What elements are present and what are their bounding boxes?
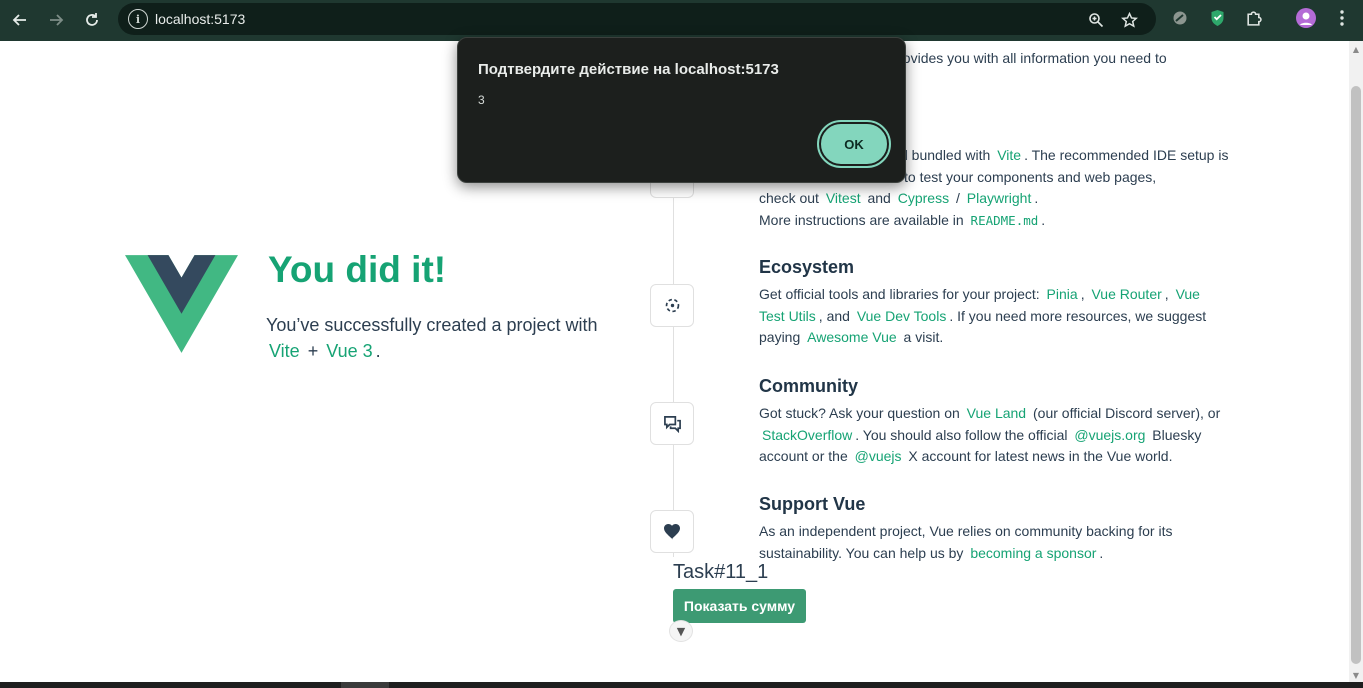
community-intro: Got stuck? Ask your question on	[759, 405, 960, 421]
menu-dots-icon[interactable]	[1331, 7, 1353, 29]
tooling-slash: /	[955, 190, 960, 206]
community-section: Community Got stuck? Ask your question o…	[759, 375, 1229, 468]
readme-code: README.md	[970, 212, 1039, 228]
scrollbar-thumb[interactable]	[1351, 86, 1361, 664]
dialog-message: 3	[478, 93, 485, 107]
tooling-line3-prefix: check out	[759, 190, 819, 206]
ok-button[interactable]: OK	[817, 120, 891, 168]
ecosystem-icon-box	[650, 284, 694, 327]
comma: ,	[1164, 286, 1169, 302]
arrow-left-icon	[12, 14, 26, 26]
tooling-and: and	[867, 190, 891, 206]
ecosystem-icon	[665, 298, 679, 313]
bookmark-star-icon[interactable]	[1119, 10, 1139, 30]
playwright-link[interactable]: Playwright	[964, 190, 1035, 206]
reload-icon	[86, 13, 98, 26]
tooling-line2: need to test your components and web pag…	[869, 168, 1157, 185]
vue3-link[interactable]: Vue 3	[323, 341, 375, 361]
sponsor-link[interactable]: becoming a sponsor	[967, 545, 1099, 561]
forward-button[interactable]	[42, 6, 70, 34]
scroll-down-arrow-icon[interactable]: ▼	[1351, 670, 1361, 680]
vue-land-link[interactable]: Vue Land	[964, 405, 1029, 421]
tooling-dot: .	[1034, 190, 1039, 206]
hero-period: .	[375, 341, 381, 361]
hero-subtitle-text: You’ve successfully created a project wi…	[266, 315, 598, 335]
tooling-line4-prefix: More instructions are available in	[759, 211, 964, 228]
plus-sign: +	[307, 341, 319, 361]
timeline-line	[673, 197, 674, 557]
ecosystem-and: , and	[818, 307, 850, 324]
pinia-link[interactable]: Pinia	[1044, 286, 1081, 302]
awesome-vue-link[interactable]: Awesome Vue	[804, 329, 900, 345]
back-button[interactable]	[6, 6, 34, 34]
community-account-or: account or the	[759, 448, 848, 464]
community-discord: (our official Discord server), or	[1033, 405, 1221, 421]
vite-link[interactable]: Vite	[266, 341, 303, 361]
ecosystem-title: Ecosystem	[759, 257, 855, 277]
taskbar-indicator	[341, 682, 389, 688]
scroll-up-arrow-icon[interactable]: ▲	[1351, 44, 1361, 54]
arrow-right-icon	[50, 14, 64, 26]
docs-text: provides you with all information you ne…	[890, 50, 1167, 66]
dialog-title: Подтвердите действие на localhost:5173	[478, 61, 779, 78]
community-icon-box	[650, 402, 694, 445]
ecosystem-section: Ecosystem Get official tools and librari…	[759, 256, 1229, 349]
vuejs-org-link[interactable]: @vuejs.org	[1071, 427, 1148, 443]
hero-subtitle: You’ve successfully created a project wi…	[266, 312, 626, 364]
scroll-down-icon[interactable]: ▼	[669, 620, 693, 642]
zoom-icon[interactable]	[1086, 10, 1106, 30]
tooling-line1-prefix: d bundled with	[900, 147, 991, 163]
ecosystem-intro: Get official tools and libraries for you…	[759, 286, 1040, 302]
puzzle-icon[interactable]	[1242, 7, 1264, 29]
support-icon-box	[650, 510, 694, 553]
ecosystem-visit: a visit.	[903, 329, 944, 345]
extension-icon[interactable]	[1169, 7, 1191, 29]
support-title: Support Vue	[759, 494, 866, 514]
url-text: localhost:5173	[155, 11, 246, 27]
hero-title: You did it!	[268, 249, 447, 290]
task-title: Task#11_1	[673, 561, 769, 583]
community-x-account: X account for latest news in the Vue wor…	[908, 448, 1173, 464]
community-bluesky: Bluesky	[1152, 426, 1202, 443]
info-icon[interactable]: i	[128, 9, 148, 29]
tooling-vite-link[interactable]: Vite	[994, 147, 1024, 163]
address-bar[interactable]: i localhost:5173	[118, 3, 1156, 35]
community-follow: . You should also follow the official	[855, 426, 1068, 443]
support-line2-prefix: sustainability. You can help us by	[759, 544, 964, 561]
support-line2-suffix: .	[1099, 544, 1104, 561]
cypress-link[interactable]: Cypress	[895, 190, 952, 206]
taskbar-strip	[0, 682, 1363, 688]
reload-button[interactable]	[78, 6, 106, 34]
heart-icon	[664, 523, 680, 540]
vue-dev-tools-link[interactable]: Vue Dev Tools	[854, 308, 950, 324]
vue-router-link[interactable]: Vue Router	[1088, 286, 1164, 302]
vue-logo	[125, 255, 238, 353]
browser-toolbar: i localhost:5173	[0, 0, 1363, 41]
stackoverflow-link[interactable]: StackOverflow	[759, 427, 855, 443]
shield-icon[interactable]	[1206, 7, 1228, 29]
confirm-dialog: Подтвердите действие на localhost:5173 3…	[457, 37, 906, 183]
comma: ,	[1080, 286, 1085, 302]
show-sum-button[interactable]: Показать сумму	[673, 589, 806, 623]
avatar[interactable]	[1295, 7, 1317, 29]
tooling-line1-suffix: . The recommended IDE setup is	[1024, 147, 1229, 163]
vuejs-x-link[interactable]: @vuejs	[852, 448, 905, 464]
vitest-link[interactable]: Vitest	[823, 190, 864, 206]
community-title: Community	[759, 376, 858, 396]
docs-fragment: tion provides you with all information y…	[860, 48, 1220, 70]
support-section: Support Vue As an independent project, V…	[759, 493, 1229, 564]
support-line1: As an independent project, Vue relies on…	[759, 523, 1173, 539]
chat-icon	[663, 415, 681, 433]
tooling-line4-suffix: .	[1041, 211, 1046, 228]
